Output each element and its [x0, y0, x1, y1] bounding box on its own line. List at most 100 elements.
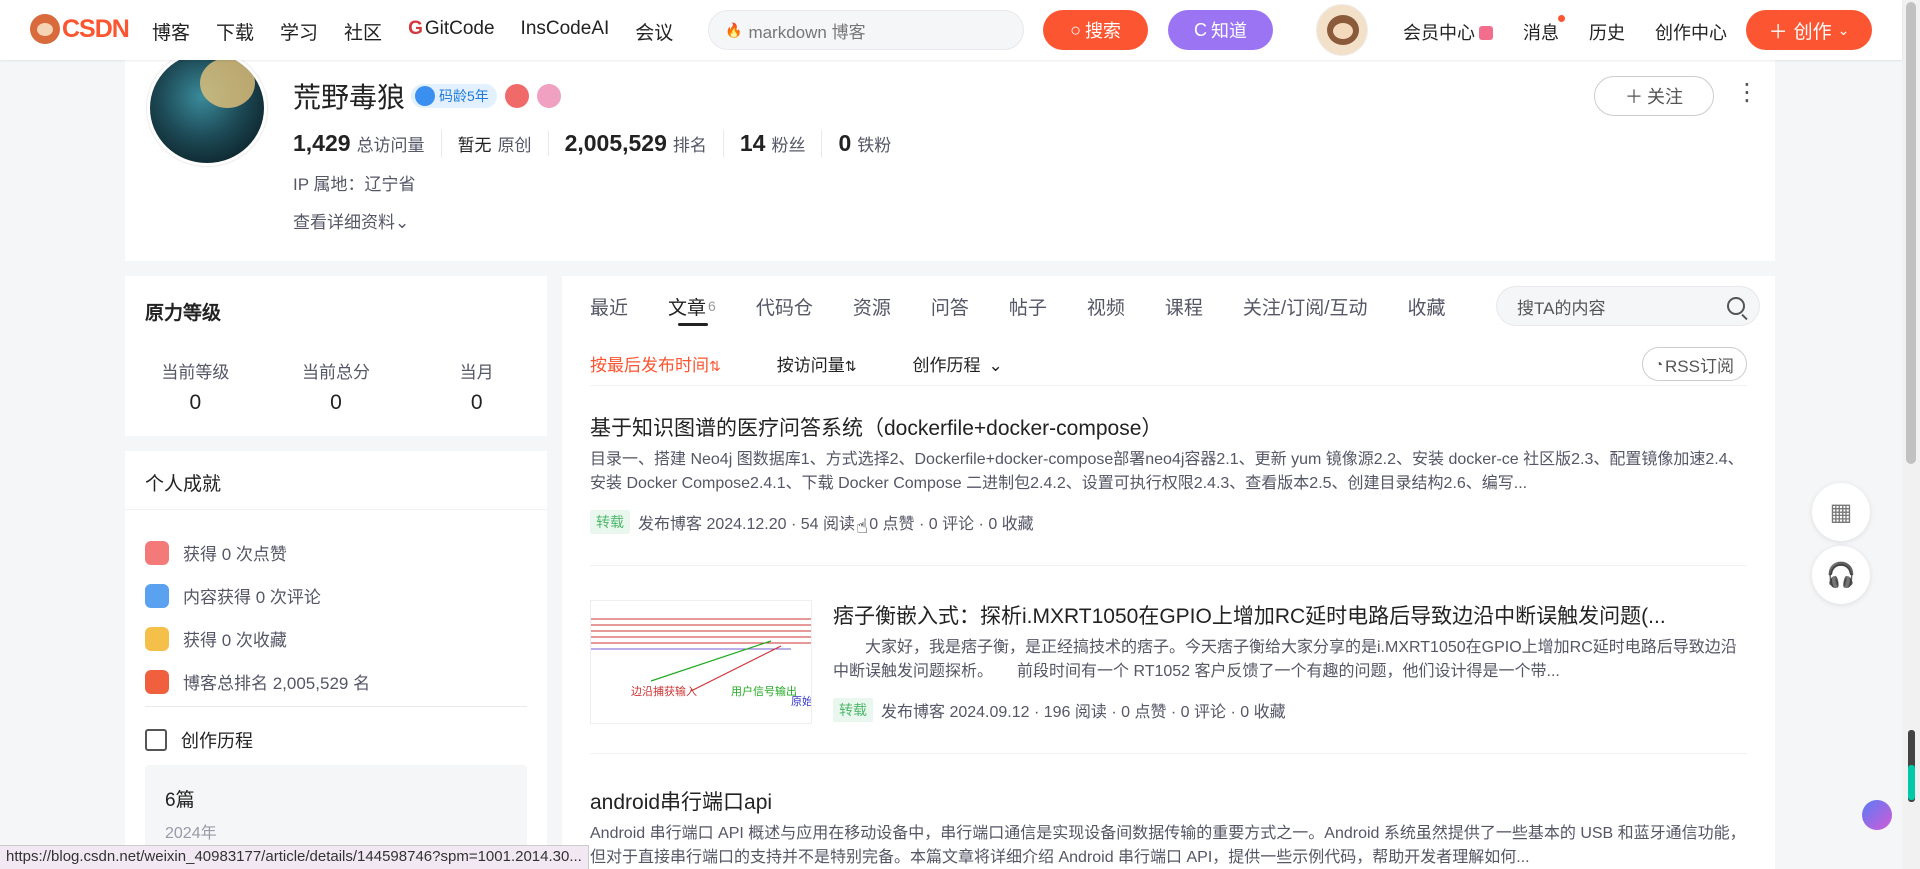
divider [145, 706, 527, 707]
content-card: 最近 文章 6 代码仓 资源 问答 帖子 视频 课程 关注/订阅/互动 收藏 搜T… [562, 276, 1775, 869]
nav-history[interactable]: 历史 [1589, 19, 1625, 45]
right-links: 会员中心 消息 历史 创作中心 [1403, 15, 1757, 45]
nav-messages[interactable]: 消息 [1523, 15, 1565, 45]
search-icon[interactable] [1727, 297, 1745, 315]
nav-link-learn[interactable]: 学习 [280, 18, 318, 45]
sort-bar: 按最后发布时间⇅ 按访问量⇅ 创作历程 ⌄ ◔ RSS订阅 [590, 342, 1747, 386]
sort-icon: ⇅ [844, 358, 857, 374]
history-title: 创作历程 [145, 727, 253, 753]
gift-icon [1479, 26, 1493, 40]
search-input[interactable]: 🔥 markdown 博客 [708, 10, 1024, 50]
like-icon [145, 540, 169, 565]
article-title[interactable]: 基于知识图谱的医疗问答系统（dockerfile+docker-compose） [590, 412, 1747, 442]
profile-stats: 1,429 总访问量 暂无 原创 2,005,529 排名 14 粉丝 0 铁粉 [293, 130, 923, 157]
thumbnail-label: 边沿捕获输入 [631, 684, 697, 698]
search-button[interactable]: ○ 搜索 [1043, 10, 1148, 50]
nav-link-community[interactable]: 社区 [344, 18, 382, 45]
tab-recent[interactable]: 最近 [590, 276, 628, 336]
account-age-badge[interactable]: 码龄5年 [411, 84, 497, 108]
content-search-input[interactable]: 搜TA的内容 [1496, 286, 1760, 326]
csdn-logo[interactable]: CSDN [30, 14, 130, 44]
star-icon [145, 626, 169, 651]
level-values: 当前等级 0 当前总分 0 当月 0 [125, 358, 547, 415]
list-item: 获得 0 次点赞 [145, 531, 370, 574]
logo-text: CSDN [62, 14, 130, 43]
article-item[interactable]: 基于知识图谱的医疗问答系统（dockerfile+docker-compose）… [590, 412, 1747, 566]
stat-visits: 1,429 总访问量 [293, 130, 442, 157]
history-year: 2024年 [165, 825, 217, 842]
profile-card: 荒野毒狼 码龄5年 1,429 总访问量 暂无 原创 2,005,529 排名 14 粉… [125, 50, 1775, 261]
nav-creation-center[interactable]: 创作中心 [1655, 19, 1727, 45]
level-current: 当前等级 0 [161, 363, 230, 414]
tab-resources[interactable]: 资源 [853, 276, 891, 336]
tab-videos[interactable]: 视频 [1087, 276, 1125, 336]
article-meta: 转载 发布博客 2024.09.12 · 196 阅读 · 0 点赞 · 0 评论… [833, 698, 1747, 722]
sort-by-publish-time[interactable]: 按最后发布时间⇅ [590, 351, 721, 376]
medal-icon[interactable] [536, 84, 561, 108]
tab-posts[interactable]: 帖子 [1009, 276, 1047, 336]
repost-tag: 转载 [833, 698, 873, 722]
sort-by-visits[interactable]: 按访问量⇅ [777, 351, 857, 376]
sort-icon: ⇅ [709, 358, 721, 374]
medal-icon[interactable] [504, 84, 529, 108]
view-details-link[interactable]: 查看详细资料⌄ [293, 208, 409, 233]
article-title[interactable]: android串行端口api [590, 786, 1747, 816]
article-count: 6 [708, 298, 716, 314]
follow-button[interactable]: ＋关注 [1594, 76, 1714, 116]
rss-button[interactable]: ◔ RSS订阅 [1641, 347, 1747, 381]
tab-qa[interactable]: 问答 [931, 276, 969, 336]
plus-icon: ＋ [1625, 87, 1643, 107]
qrcode-button[interactable]: ▦ [1812, 483, 1870, 541]
comment-icon [145, 583, 169, 608]
history-count: 6篇 [165, 790, 195, 811]
profile-name: 荒野毒狼 [293, 82, 406, 113]
stat-fans[interactable]: 14 粉丝 [740, 130, 823, 157]
nav-link-download[interactable]: 下载 [216, 18, 254, 45]
article-item[interactable]: android串行端口api Android 串行端口 API 概述与应用在移动… [590, 786, 1747, 869]
repost-tag: 转载 [590, 510, 630, 534]
achievement-list: 获得 0 次点赞 内容获得 0 次评论 获得 0 次收藏 博客总排名 2,005… [145, 531, 370, 703]
ai-assistant-icon[interactable] [1862, 800, 1892, 830]
stat-rank: 2,005,529 排名 [565, 130, 724, 157]
nav-link-meeting[interactable]: 会议 [635, 18, 673, 45]
thumbnail-label: 用户信号输出 [731, 684, 797, 698]
calendar-icon [145, 729, 167, 751]
customer-service-button[interactable]: 🎧 [1812, 546, 1870, 604]
nav-link-gitcode[interactable]: G GitCode [408, 18, 494, 45]
creation-history-dropdown[interactable]: 创作历程 ⌄ [912, 351, 1002, 376]
nav-link-inscodeai[interactable]: InsCodeAI [521, 18, 610, 45]
plus-icon: ＋ [1768, 21, 1788, 43]
achievements-card: 个人成就 获得 0 次点赞 内容获得 0 次评论 获得 0 次收藏 博客总排名 … [125, 451, 547, 869]
nav-vip-center[interactable]: 会员中心 [1403, 19, 1493, 45]
tab-courses[interactable]: 课程 [1165, 276, 1203, 336]
scrollbar[interactable] [1902, 0, 1920, 869]
thumbnail-label: 原始 [791, 694, 812, 708]
more-options-icon[interactable]: ⋮ [1735, 78, 1759, 107]
article-thumbnail[interactable]: 边沿捕获输入 用户信号输出 原始 [590, 600, 812, 724]
article-item[interactable]: 边沿捕获输入 用户信号输出 原始 痞子衡嵌入式：探析i.MXRT1050在GPI… [590, 600, 1747, 754]
stat-iron-fans[interactable]: 0 铁粉 [838, 130, 907, 157]
chevron-down-icon: ⌄ [988, 356, 1003, 375]
profile-avatar[interactable] [147, 50, 267, 166]
tab-follow[interactable]: 关注/订阅/互动 [1243, 276, 1368, 336]
zhidao-button[interactable]: C 知道 [1168, 10, 1273, 50]
nav-link-blog[interactable]: 博客 [152, 18, 190, 45]
list-item: 博客总排名 2,005,529 名 [145, 660, 370, 703]
tab-articles[interactable]: 文章 6 [668, 276, 716, 336]
headset-icon: 🎧 [1826, 561, 1856, 589]
monkey-logo-icon [30, 14, 60, 44]
create-button[interactable]: ＋创作 ⌄ [1746, 10, 1872, 50]
tab-favorites[interactable]: 收藏 [1407, 276, 1445, 336]
zhidao-icon: C [1194, 19, 1207, 40]
status-bar-url: https://blog.csdn.net/weixin_40983177/ar… [0, 845, 589, 869]
stat-original: 暂无 原创 [458, 131, 549, 156]
tab-code-repo[interactable]: 代码仓 [756, 276, 813, 336]
level-total: 当前总分 0 [302, 363, 370, 414]
article-body: 痞子衡嵌入式：探析i.MXRT1050在GPIO上增加RC延时电路后导致边沿中断… [833, 600, 1747, 722]
list-item: 内容获得 0 次评论 [145, 574, 370, 617]
scrollbar-thumb[interactable] [1906, 2, 1916, 464]
profile-name-row: 荒野毒狼 码龄5年 [293, 76, 561, 116]
notification-dot [1558, 15, 1565, 22]
article-title[interactable]: 痞子衡嵌入式：探析i.MXRT1050在GPIO上增加RC延时电路后导致边沿中断… [833, 600, 1747, 630]
user-avatar[interactable] [1316, 4, 1368, 56]
